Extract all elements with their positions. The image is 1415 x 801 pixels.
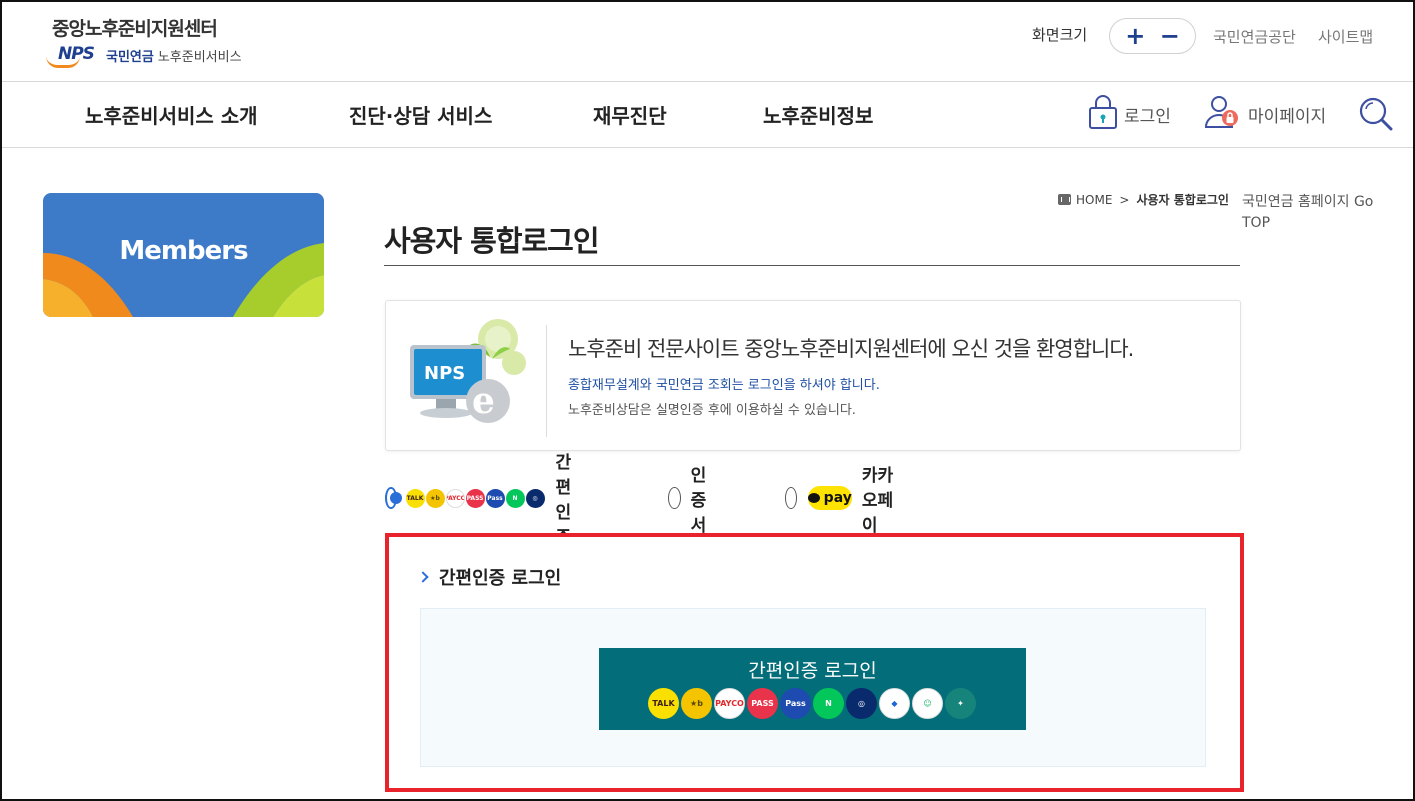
page-title: 사용자 통합로그인 bbox=[384, 224, 600, 258]
logo-sub-service: 노후준비서비스 bbox=[157, 49, 242, 65]
mypage-link[interactable]: 마이페이지 bbox=[1204, 94, 1326, 134]
radio-certificate[interactable] bbox=[668, 487, 681, 509]
welcome-divider bbox=[546, 325, 547, 437]
font-increase-button[interactable]: + bbox=[1125, 24, 1145, 48]
login-label: 로그인 bbox=[1124, 106, 1171, 127]
radio-option-certificate[interactable]: 인증서 bbox=[668, 466, 716, 536]
members-title: Members bbox=[119, 236, 248, 266]
nav-diagnosis-consult[interactable]: 진단·상담 서비스 bbox=[349, 100, 492, 129]
radio-simple-auth[interactable] bbox=[385, 487, 402, 509]
nav-service-intro[interactable]: 노후준비서비스 소개 bbox=[85, 100, 258, 129]
simple-auth-area: 간편인증 로그인 TALK ★b PAYCO PASS Pass N ◎ ◆ ☺ ✦ bbox=[420, 608, 1206, 767]
simple-auth-login-label: 간편인증 로그인 bbox=[748, 660, 877, 682]
breadcrumb-current: 사용자 통합로그인 bbox=[1136, 193, 1229, 207]
logo-title: 중앙노후준비지원센터 bbox=[52, 18, 218, 40]
chevron-right-icon bbox=[417, 571, 429, 583]
simple-auth-heading: 간편인증 로그인 bbox=[417, 564, 562, 590]
kakaopay-pill-text: pay bbox=[823, 490, 852, 506]
home-icon bbox=[1058, 194, 1071, 205]
simple-auth-login-button[interactable]: 간편인증 로그인 TALK ★b PAYCO PASS Pass N ◎ ◆ ☺ ✦ bbox=[599, 648, 1026, 730]
kakaotalk-mini-icon: TALK bbox=[405, 488, 425, 508]
nps-logo-text: NPS bbox=[58, 44, 95, 64]
nps-logo-icon: NPS bbox=[46, 44, 104, 68]
welcome-box: NPS e 노후준비 전문사이트 중앙노후준비지원센터에 오신 것을 환영합니다… bbox=[385, 300, 1241, 451]
samsung-pass-provider-icon: Pass bbox=[780, 688, 811, 719]
radio-label-certificate: 인증서 bbox=[690, 465, 707, 536]
pass-mini-icon: PASS bbox=[465, 488, 485, 508]
nav-retirement-info[interactable]: 노후준비정보 bbox=[763, 100, 873, 129]
pass-provider-icon: PASS bbox=[747, 688, 778, 719]
breadcrumb: HOME > 사용자 통합로그인 bbox=[1058, 191, 1229, 208]
login-link[interactable]: 로그인 bbox=[1088, 94, 1171, 134]
breadcrumb-separator: > bbox=[1119, 192, 1130, 207]
naver-mini-icon: N bbox=[505, 488, 525, 508]
top-header: 중앙노후준비지원센터 NPS 국민연금 노후준비서비스 화면크기 + − 국민연… bbox=[2, 2, 1413, 82]
illustration-nps-text: NPS bbox=[424, 363, 465, 384]
site-logo[interactable]: 중앙노후준비지원센터 NPS 국민연금 노후준비서비스 bbox=[46, 14, 242, 68]
payco-provider-icon: PAYCO bbox=[714, 688, 745, 719]
font-decrease-button[interactable]: − bbox=[1160, 24, 1180, 48]
main-navigation: 노후준비서비스 소개 진단·상담 서비스 재무진단 노후준비정보 로그인 마이페… bbox=[2, 82, 1413, 148]
search-icon[interactable] bbox=[1358, 96, 1394, 136]
radio-option-simple-auth[interactable]: TALK★bPAYCOPASSPassN◎ 간편인증 bbox=[385, 453, 582, 548]
kakaopay-icon: pay bbox=[807, 486, 852, 510]
radio-option-kakaopay[interactable]: pay 카카오페이 bbox=[785, 466, 900, 536]
login-required-notice: 종합재무설계와 국민연금 조회는 로그인을 하셔야 합니다. bbox=[568, 378, 880, 393]
members-card: Members bbox=[43, 193, 324, 317]
svg-text:e: e bbox=[472, 380, 495, 422]
simple-auth-button-icons: TALK ★b PAYCO PASS Pass N ◎ ◆ ☺ ✦ bbox=[648, 688, 978, 719]
gov-wallet-provider-icon: ✦ bbox=[945, 688, 976, 719]
bank-salad-provider-icon: ☺ bbox=[912, 688, 943, 719]
payco-mini-icon: PAYCO bbox=[445, 488, 465, 508]
kb-provider-icon: ★b bbox=[681, 688, 712, 719]
font-size-label: 화면크기 bbox=[1032, 26, 1088, 44]
logo-subline: NPS 국민연금 노후준비서비스 bbox=[46, 44, 242, 68]
radio-label-kakaopay: 카카오페이 bbox=[861, 465, 894, 536]
nav-financial-diagnosis[interactable]: 재무진단 bbox=[593, 100, 667, 129]
mypage-label: 마이페이지 bbox=[1248, 106, 1327, 127]
simple-auth-heading-text: 간편인증 로그인 bbox=[439, 568, 562, 589]
kakaotalk-provider-icon: TALK bbox=[648, 688, 679, 719]
kb-mini-icon: ★b bbox=[425, 488, 445, 508]
samsung-pass-mini-icon: Pass bbox=[485, 488, 505, 508]
realname-auth-notice: 노후준비상담은 실명인증 후에 이용하실 수 있습니다. bbox=[568, 403, 856, 418]
toss-provider-icon: ◆ bbox=[879, 688, 910, 719]
go-top-link[interactable]: 국민연금 홈페이지 Go TOP bbox=[1242, 192, 1392, 234]
breadcrumb-home[interactable]: HOME bbox=[1076, 193, 1112, 207]
simple-auth-panel: 간편인증 로그인 간편인증 로그인 TALK ★b PAYCO PASS Pass N ◎ ◆… bbox=[385, 533, 1244, 792]
user-lock-icon bbox=[1204, 94, 1242, 134]
shinhan-provider-icon: ◎ bbox=[846, 688, 877, 719]
logo-sub-nps: 국민연금 bbox=[106, 49, 154, 65]
font-size-controls: + − bbox=[1109, 18, 1196, 54]
nps-monitor-illustration: NPS e bbox=[406, 317, 526, 433]
lock-icon bbox=[1088, 94, 1118, 134]
shinhan-mini-icon: ◎ bbox=[525, 488, 545, 508]
radio-kakaopay[interactable] bbox=[785, 487, 797, 509]
welcome-heading: 노후준비 전문사이트 중앙노후준비지원센터에 오신 것을 환영합니다. bbox=[568, 337, 1134, 361]
nps-home-link[interactable]: 국민연금공단 bbox=[1213, 26, 1296, 47]
simple-auth-provider-icons: TALK★bPAYCOPASSPassN◎ bbox=[405, 488, 546, 508]
naver-provider-icon: N bbox=[813, 688, 844, 719]
title-divider bbox=[384, 265, 1240, 266]
sitemap-link[interactable]: 사이트맵 bbox=[1318, 26, 1373, 47]
